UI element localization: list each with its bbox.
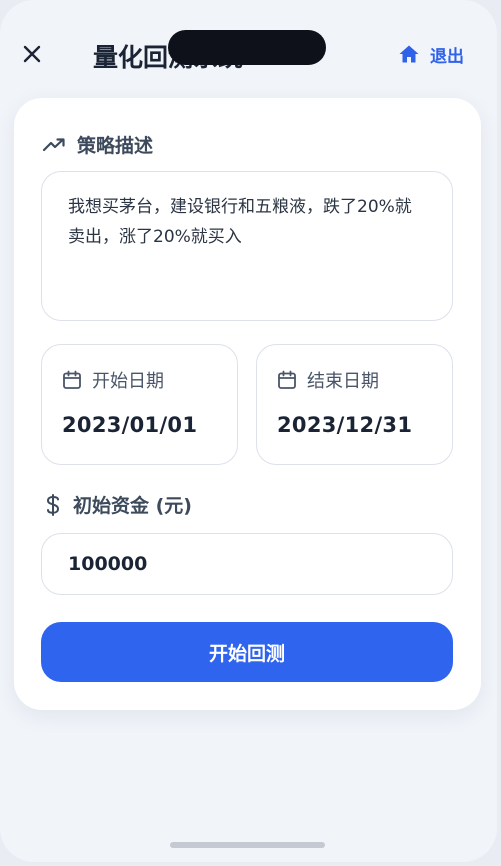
start-backtest-label: 开始回测 [208, 642, 285, 665]
exit-label: 退出 [430, 46, 464, 67]
trending-up-icon [43, 137, 65, 151]
phone-screen: 量化回测系统 退出 策略描述 我想买茅台，建设银行和五粮液，跌了20%就卖出，涨… [0, 0, 497, 862]
capital-input[interactable]: 100000 [41, 533, 453, 595]
strategy-label-text: 策略描述 [77, 135, 154, 157]
close-button[interactable] [18, 40, 46, 68]
capital-section-label: 初始资金 (元) [45, 491, 192, 518]
exit-button[interactable]: 退出 [398, 40, 464, 68]
end-date-value: 2023/12/31 [277, 413, 413, 437]
close-icon [23, 45, 41, 63]
end-date-picker[interactable]: 结束日期 2023/12/31 [256, 344, 453, 465]
start-date-label-text: 开始日期 [92, 371, 164, 392]
strategy-text: 我想买茅台，建设银行和五粮液，跌了20%就卖出，涨了20%就买入 [68, 197, 412, 247]
capital-label-text: 初始资金 (元) [73, 495, 192, 517]
end-date-label-text: 结束日期 [307, 371, 379, 392]
start-date-picker[interactable]: 开始日期 2023/01/01 [41, 344, 238, 465]
end-date-label: 结束日期 [277, 367, 379, 393]
backtest-form-card: 策略描述 我想买茅台，建设银行和五粮液，跌了20%就卖出，涨了20%就买入 开始… [14, 98, 481, 710]
calendar-icon [278, 370, 296, 389]
dynamic-island [168, 30, 326, 65]
dollar-icon [46, 493, 60, 516]
start-date-value: 2023/01/01 [62, 413, 198, 437]
strategy-section-label: 策略描述 [43, 131, 153, 158]
capital-value: 100000 [68, 553, 148, 575]
home-icon [399, 45, 419, 63]
home-indicator[interactable] [170, 842, 325, 848]
start-date-label: 开始日期 [62, 367, 164, 393]
strategy-textarea[interactable]: 我想买茅台，建设银行和五粮液，跌了20%就卖出，涨了20%就买入 [41, 171, 453, 321]
start-backtest-button[interactable]: 开始回测 [41, 622, 453, 682]
calendar-icon [63, 370, 81, 389]
